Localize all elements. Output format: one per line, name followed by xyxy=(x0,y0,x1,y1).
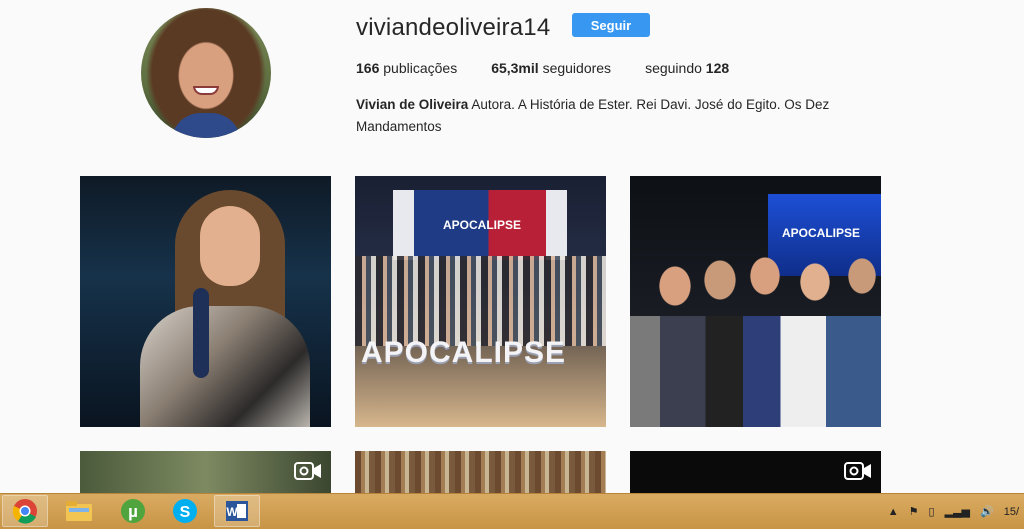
chevron-up-icon[interactable]: ▲ xyxy=(888,506,899,518)
utorrent-icon[interactable]: µ xyxy=(110,495,156,527)
video-icon xyxy=(844,462,871,480)
posts-count: 166 publicações xyxy=(356,60,458,76)
system-tray: ▲ ⚑ ▯ ▂▃▅ 🔊 15/ xyxy=(883,494,1024,529)
chrome-icon[interactable] xyxy=(2,495,48,527)
svg-text:S: S xyxy=(180,504,191,521)
word-icon[interactable]: W xyxy=(214,495,260,527)
profile-avatar xyxy=(141,8,271,138)
svg-text:µ: µ xyxy=(128,502,138,521)
event-banner: APOCALIPSE xyxy=(393,190,567,260)
profile-stats: 166 publicações 65,3mil seguidores segui… xyxy=(356,60,763,76)
post-thumbnail[interactable]: APOCALIPSE APOCALIPSE xyxy=(355,176,606,427)
following-count[interactable]: seguindo 128 xyxy=(645,60,729,76)
bio-name: Vivian de Oliveira xyxy=(356,97,469,112)
event-letters: APOCALIPSE xyxy=(361,336,567,369)
follow-button[interactable]: Seguir xyxy=(572,13,650,37)
post-thumbnail[interactable]: APOCALIPSE xyxy=(630,176,881,427)
flag-icon[interactable]: ⚑ xyxy=(909,505,919,518)
followers-count[interactable]: 65,3mil seguidores xyxy=(491,60,611,76)
signal-icon[interactable]: ▂▃▅ xyxy=(945,505,970,518)
profile-bio: Vivian de Oliveira Autora. A História de… xyxy=(356,94,856,138)
post-thumbnail[interactable] xyxy=(80,176,331,427)
file-explorer-icon[interactable] xyxy=(56,495,102,527)
taskbar: µ S W ▲ ⚑ ▯ ▂▃▅ 🔊 15/ xyxy=(0,493,1024,529)
post-thumbnail[interactable] xyxy=(630,451,881,493)
post-thumbnail[interactable] xyxy=(80,451,331,493)
profile-username: viviandeoliveira14 xyxy=(356,14,551,41)
skype-icon[interactable]: S xyxy=(162,495,208,527)
volume-icon[interactable]: 🔊 xyxy=(980,505,994,518)
battery-icon[interactable]: ▯ xyxy=(929,505,935,518)
video-icon xyxy=(294,462,321,480)
svg-text:W: W xyxy=(226,505,238,519)
clock[interactable]: 15/ xyxy=(1004,506,1019,518)
post-thumbnail[interactable] xyxy=(355,451,606,493)
